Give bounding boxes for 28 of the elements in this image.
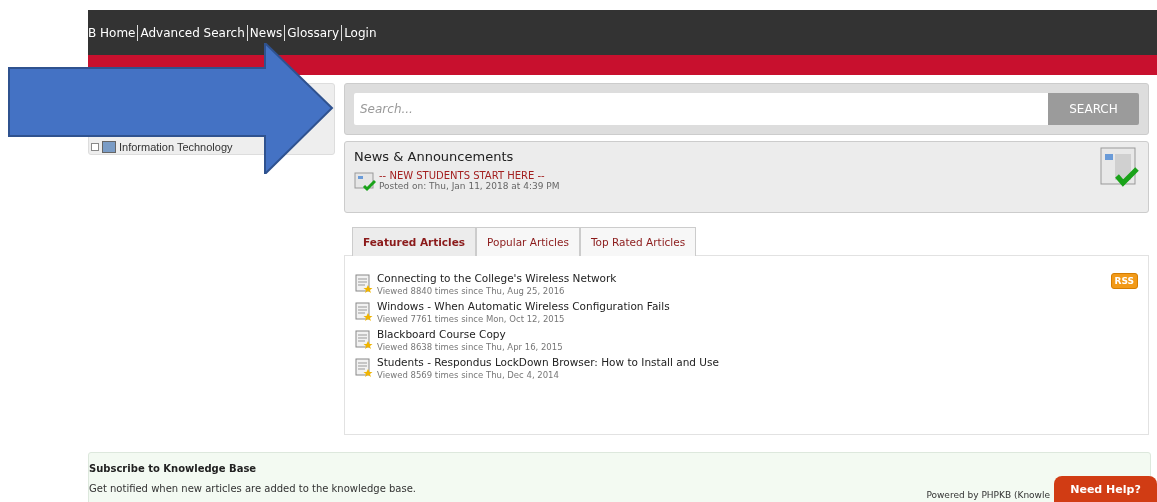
- tab[interactable]: Top Rated Articles: [579, 227, 697, 256]
- nav-link[interactable]: News: [247, 25, 285, 40]
- section-title: News & Announcements: [354, 149, 514, 164]
- category-link[interactable]: Information Technology: [119, 141, 233, 153]
- article-meta: Viewed 8840 times since Thu, Aug 25, 2016: [377, 286, 566, 296]
- article-meta: Viewed 8569 times since Thu, Dec 4, 2014: [377, 370, 560, 380]
- tab[interactable]: Popular Articles: [476, 227, 580, 256]
- article-link[interactable]: Windows - When Automatic Wireless Configuration Fails: [377, 300, 670, 312]
- tab[interactable]: Featured Articles: [352, 227, 477, 256]
- need-help-button[interactable]: Need Help?: [1054, 476, 1157, 502]
- subscribe-title: Subscribe to Knowledge Base: [89, 463, 258, 474]
- search-field[interactable]: Search...: [354, 93, 1048, 125]
- newspaper-check-icon: [354, 172, 376, 192]
- nav-link[interactable]: Glossary: [285, 25, 342, 40]
- article-meta: Viewed 8638 times since Thu, Apr 16, 2015: [377, 342, 563, 352]
- nav-link[interactable]: B Home: [88, 25, 138, 40]
- monitor-icon: [102, 141, 116, 153]
- article-meta: Viewed 7761 times since Mon, Oct 12, 2015: [377, 314, 566, 324]
- article-link[interactable]: Blackboard Course Copy: [377, 328, 563, 340]
- posted-date: Posted on: Thu, Jan 11, 2018 at 4:39 PM: [379, 181, 560, 191]
- article-link[interactable]: Students - Respondus LockDown Browser: How to Install and Use: [377, 356, 719, 368]
- nav-link[interactable]: Advanced Search: [138, 25, 247, 40]
- powered-by-text: Powered by PHPKB (Knowle: [926, 490, 1050, 502]
- nav-link[interactable]: Login: [342, 25, 379, 40]
- article-link[interactable]: Connecting to the College's Wireless Network: [377, 272, 617, 284]
- expand-toggle-icon[interactable]: [91, 143, 99, 151]
- subscribe-text: Get notified when new articles are added to the knowledge base.: [89, 483, 416, 494]
- announcement-link[interactable]: -- NEW STUDENTS START HERE --: [379, 170, 560, 181]
